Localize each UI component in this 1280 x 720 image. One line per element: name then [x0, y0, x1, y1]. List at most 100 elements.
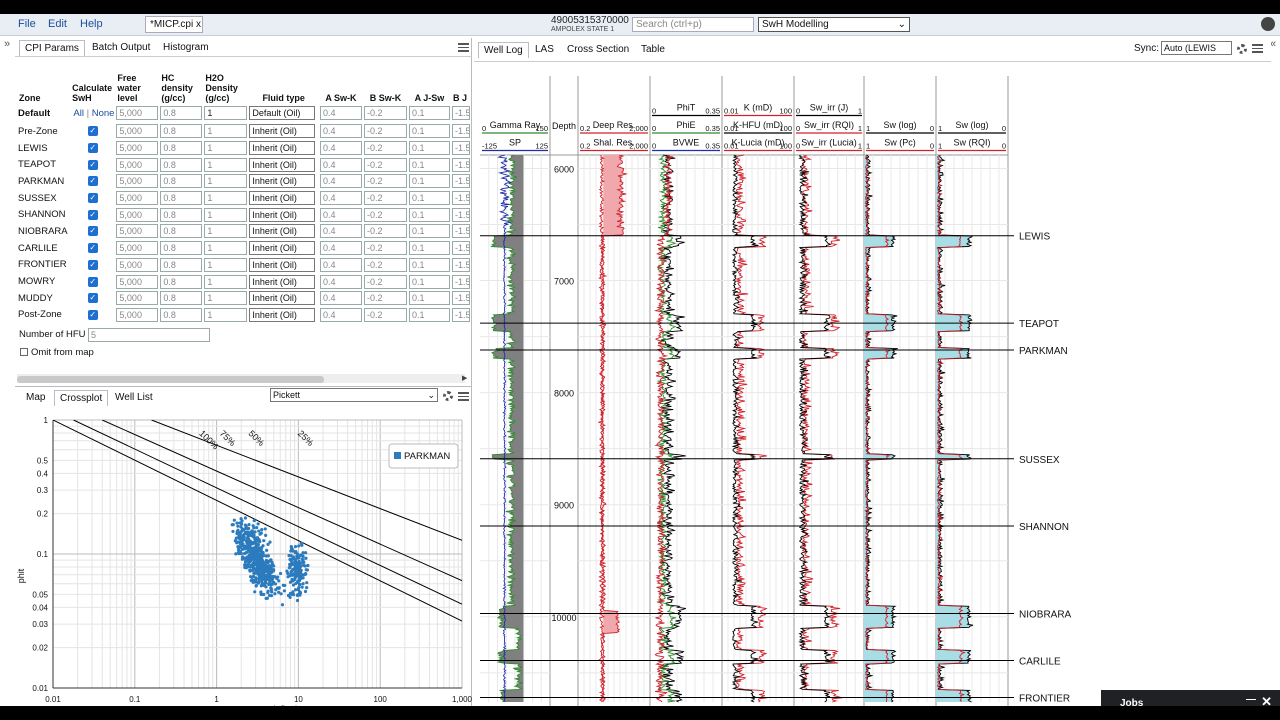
minimize-icon[interactable]: — — [1246, 694, 1256, 705]
calculate-swh-checkbox[interactable]: ✓ — [87, 126, 98, 137]
fwl-input[interactable]: 5,000 — [116, 257, 159, 272]
a-jsw-input[interactable]: 0.1 — [408, 124, 450, 139]
fluid-type-select[interactable]: Inherit (Oil) — [249, 241, 316, 256]
menu-file[interactable]: File — [18, 18, 36, 30]
tab-well-list[interactable]: Well List — [110, 390, 158, 405]
select-all-link[interactable]: All — [73, 108, 84, 119]
b-swk-input[interactable]: -0.2 — [363, 124, 407, 139]
well-log-view[interactable]: Gamma Ray0 150SP-125 125Depth Deep Res.0.2 2… — [474, 62, 1271, 706]
a-jsw-input[interactable]: 0.1 — [408, 191, 450, 206]
a-swk-input[interactable]: 0.4 — [319, 224, 362, 239]
a-jsw-input[interactable]: 0.1 — [408, 141, 450, 156]
calculate-swh-checkbox[interactable]: ✓ — [87, 143, 98, 154]
hc-density-input[interactable]: 0.8 — [160, 257, 203, 272]
calculate-swh-checkbox[interactable]: ✓ — [87, 159, 98, 170]
fluid-type-select[interactable]: Inherit (Oil) — [249, 124, 316, 139]
h2o-density-input[interactable]: 1 — [204, 141, 248, 156]
fluid-type-select[interactable]: Inherit (Oil) — [249, 157, 316, 172]
b-swk-input[interactable]: -0.2 — [363, 174, 407, 189]
jobs-panel[interactable]: Jobs — ✕ — [1101, 690, 1280, 706]
fluid-type-select[interactable]: Inherit (Oil) — [249, 224, 316, 239]
crossplot-chart[interactable]: 0.01 0.1 1 10 100 1,000 1 0.5 0.4 0.3 0.2 0.1 0.05 0.… — [15, 408, 472, 706]
fwl-input[interactable]: 5,000 — [116, 207, 159, 222]
crossplot-type-select[interactable]: Pickett ⌄ — [270, 388, 438, 402]
tab-las[interactable]: LAS — [530, 42, 559, 57]
gear-icon[interactable] — [1237, 44, 1247, 54]
b-swk-input[interactable]: -0.2 — [363, 274, 407, 289]
collapse-left-icon[interactable]: » — [4, 38, 10, 50]
h2o-density-input[interactable]: 1 — [204, 224, 248, 239]
a-swk-input[interactable]: 0.4 — [319, 106, 362, 120]
tab-map[interactable]: Map — [21, 390, 50, 405]
b-j-input[interactable]: -1.5 — [451, 307, 470, 322]
h2o-density-input[interactable]: 1 — [204, 124, 248, 139]
user-icon[interactable] — [1261, 17, 1275, 31]
sync-select[interactable]: Auto (LEWIS — [1161, 41, 1232, 55]
hc-density-input[interactable]: 0.8 — [160, 241, 203, 256]
calculate-swh-checkbox[interactable]: ✓ — [87, 243, 98, 254]
fluid-type-select[interactable]: Inherit (Oil) — [249, 307, 316, 322]
a-jsw-input[interactable]: 0.1 — [408, 307, 450, 322]
h2o-density-input[interactable]: 1 — [204, 274, 248, 289]
fwl-input[interactable]: 5,000 — [116, 106, 159, 120]
b-swk-input[interactable]: -0.2 — [363, 291, 407, 306]
h2o-density-input[interactable]: 1 — [204, 157, 248, 172]
tab-cross-section[interactable]: Cross Section — [562, 42, 634, 57]
scrollbar-thumb[interactable] — [17, 376, 324, 383]
fwl-input[interactable]: 5,000 — [116, 124, 159, 139]
calculate-swh-checkbox[interactable]: ✓ — [87, 226, 98, 237]
a-swk-input[interactable]: 0.4 — [319, 191, 362, 206]
a-swk-input[interactable]: 0.4 — [319, 257, 362, 272]
menu-icon[interactable] — [458, 43, 469, 52]
hc-density-input[interactable]: 0.8 — [160, 307, 203, 322]
b-j-input[interactable]: -1.5 — [451, 191, 470, 206]
b-swk-input[interactable]: -0.2 — [363, 307, 407, 322]
a-swk-input[interactable]: 0.4 — [319, 124, 362, 139]
b-j-input[interactable]: -1.5 — [451, 157, 470, 172]
b-swk-input[interactable]: -0.2 — [363, 241, 407, 256]
b-swk-input[interactable]: -0.2 — [363, 257, 407, 272]
b-j-input[interactable]: -1.5 — [451, 257, 470, 272]
menu-icon[interactable] — [458, 392, 469, 401]
h2o-density-input[interactable]: 1 — [204, 291, 248, 306]
menu-help[interactable]: Help — [80, 18, 103, 30]
b-j-input[interactable]: -1.5 — [451, 141, 470, 156]
hc-density-input[interactable]: 0.8 — [160, 207, 203, 222]
hc-density-input[interactable]: 0.8 — [160, 157, 203, 172]
fluid-type-select[interactable]: Inherit (Oil) — [249, 274, 316, 289]
gear-icon[interactable] — [443, 391, 453, 401]
tab-histogram[interactable]: Histogram — [158, 40, 214, 55]
hc-density-input[interactable]: 0.8 — [160, 174, 203, 189]
a-jsw-input[interactable]: 0.1 — [408, 274, 450, 289]
fluid-type-select[interactable]: Inherit (Oil) — [249, 174, 316, 189]
search-input[interactable]: Search (ctrl+p) — [632, 17, 754, 32]
fwl-input[interactable]: 5,000 — [116, 224, 159, 239]
hc-density-input[interactable]: 0.8 — [160, 106, 203, 120]
a-jsw-input[interactable]: 0.1 — [408, 157, 450, 172]
fwl-input[interactable]: 5,000 — [116, 174, 159, 189]
a-swk-input[interactable]: 0.4 — [319, 207, 362, 222]
fwl-input[interactable]: 5,000 — [116, 241, 159, 256]
b-swk-input[interactable]: -0.2 — [363, 106, 407, 120]
fwl-input[interactable]: 5,000 — [116, 291, 159, 306]
a-swk-input[interactable]: 0.4 — [319, 174, 362, 189]
workflow-select[interactable]: SwH Modelling ⌄ — [758, 17, 910, 32]
fluid-type-select[interactable]: Inherit (Oil) — [249, 291, 316, 306]
fluid-type-select[interactable]: Default (Oil) — [249, 106, 316, 120]
b-j-input[interactable]: -1.5 — [451, 224, 470, 239]
b-j-input[interactable]: -1.5 — [451, 241, 470, 256]
tab-cpi-params[interactable]: CPI Params — [19, 40, 85, 56]
a-jsw-input[interactable]: 0.1 — [408, 174, 450, 189]
close-icon[interactable]: ✕ — [1261, 695, 1272, 706]
file-tab[interactable]: *MICP.cpi x — [145, 16, 203, 33]
b-swk-input[interactable]: -0.2 — [363, 157, 407, 172]
calculate-swh-checkbox[interactable]: ✓ — [87, 309, 98, 320]
b-j-input[interactable]: -1.5 — [451, 106, 470, 120]
fwl-input[interactable]: 5,000 — [116, 307, 159, 322]
menu-edit[interactable]: Edit — [48, 18, 67, 30]
h2o-density-input[interactable]: 1 — [204, 257, 248, 272]
tab-batch-output[interactable]: Batch Output — [87, 40, 155, 55]
fluid-type-select[interactable]: Inherit (Oil) — [249, 257, 316, 272]
h2o-density-input[interactable]: 1 — [204, 241, 248, 256]
hc-density-input[interactable]: 0.8 — [160, 291, 203, 306]
